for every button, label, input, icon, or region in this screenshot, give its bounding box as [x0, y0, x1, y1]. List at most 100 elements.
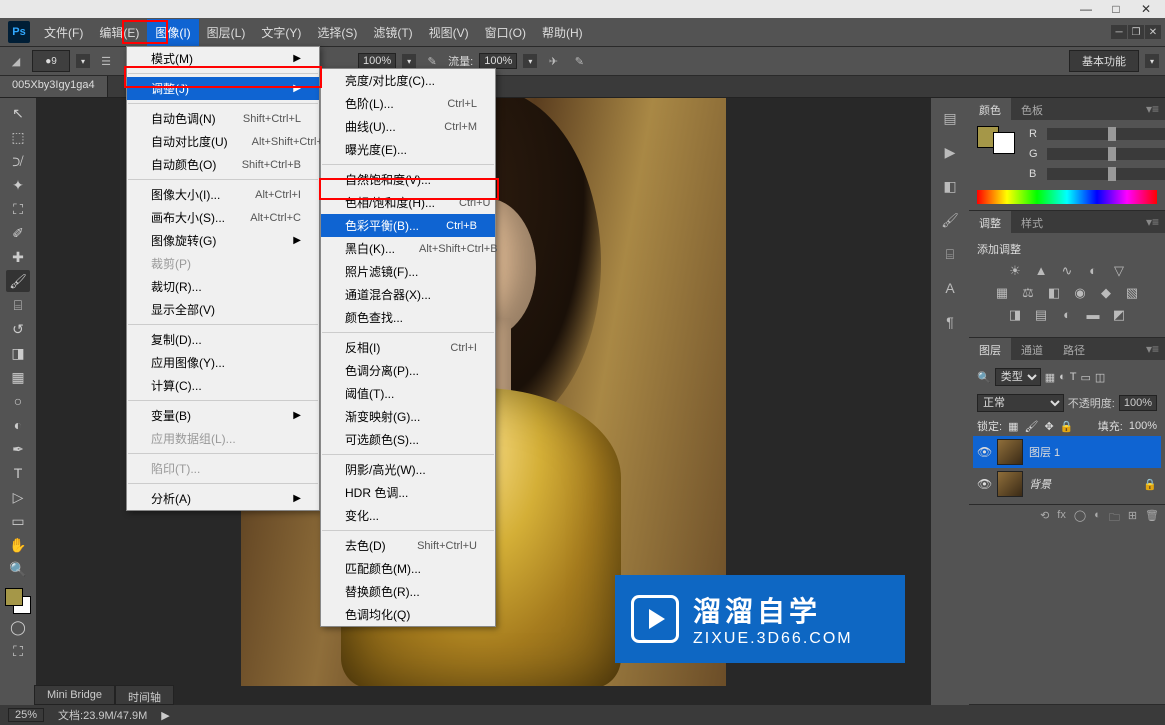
adj-hue-icon[interactable]: ▦: [993, 285, 1011, 301]
mi-posterize[interactable]: 色调分离(P)...: [321, 359, 495, 382]
filter-kind[interactable]: 类型: [995, 368, 1041, 386]
mi-threshold[interactable]: 阈值(T)...: [321, 382, 495, 405]
mi-adjustments[interactable]: 调整(J)▶: [127, 77, 319, 100]
brush-preview[interactable]: ● 9: [32, 50, 70, 72]
mi-variables[interactable]: 变量(B)▶: [127, 404, 319, 427]
mi-shadows[interactable]: 阴影/高光(W)...: [321, 458, 495, 481]
fg-color[interactable]: [5, 588, 23, 606]
adj-curves-icon[interactable]: ∿: [1058, 263, 1076, 279]
path-sel-icon[interactable]: ▷: [6, 486, 30, 508]
adj-vibrance-icon[interactable]: ▽: [1110, 263, 1128, 279]
filter-pixel-icon[interactable]: ▦: [1045, 371, 1055, 384]
color-swatch-pair[interactable]: [977, 126, 1025, 178]
mi-equalize[interactable]: 色调均化(Q): [321, 603, 495, 626]
mi-auto-tone[interactable]: 自动色调(N)Shift+Ctrl+L: [127, 107, 319, 130]
doc-min-icon[interactable]: ─: [1111, 25, 1127, 39]
airbrush-icon[interactable]: ✈: [543, 51, 563, 71]
brush-panel-icon[interactable]: ☰: [96, 51, 116, 71]
channels-tab[interactable]: 通道: [1011, 338, 1053, 360]
menu-edit[interactable]: 编辑(E): [91, 19, 147, 46]
mi-selective-color[interactable]: 可选颜色(S)...: [321, 428, 495, 451]
mi-channel-mixer[interactable]: 通道混合器(X)...: [321, 283, 495, 306]
tab-timeline[interactable]: 时间轴: [115, 685, 174, 705]
layer-row[interactable]: 👁 图层 1: [973, 436, 1161, 468]
mi-calculations[interactable]: 计算(C)...: [127, 374, 319, 397]
mi-hue[interactable]: 色相/饱和度(H)...Ctrl+U: [321, 191, 495, 214]
layer-thumb[interactable]: [997, 439, 1023, 465]
menu-image[interactable]: 图像(I): [147, 19, 198, 46]
mi-duplicate[interactable]: 复制(D)...: [127, 328, 319, 351]
layer-style-icon[interactable]: fx: [1057, 509, 1066, 528]
menu-window[interactable]: 窗口(O): [477, 19, 534, 46]
screenmode-icon[interactable]: ⛶: [6, 640, 30, 662]
mi-bw[interactable]: 黑白(K)...Alt+Shift+Ctrl+B: [321, 237, 495, 260]
menu-type[interactable]: 文字(Y): [253, 19, 309, 46]
mi-match-color[interactable]: 匹配颜色(M)...: [321, 557, 495, 580]
mi-color-lookup[interactable]: 颜色查找...: [321, 306, 495, 329]
color-swatch[interactable]: [5, 588, 31, 614]
opacity-field[interactable]: 100%: [1119, 395, 1157, 411]
mi-variations[interactable]: 变化...: [321, 504, 495, 527]
os-min[interactable]: —: [1071, 2, 1101, 16]
layers-tab[interactable]: 图层: [969, 338, 1011, 360]
mi-photo-filter[interactable]: 照片滤镜(F)...: [321, 260, 495, 283]
mi-brightness[interactable]: 亮度/对比度(C)...: [321, 69, 495, 92]
flow-dd-icon[interactable]: ▾: [523, 54, 537, 68]
brush-tool-icon[interactable]: 🖌: [6, 270, 30, 292]
mi-analysis[interactable]: 分析(A)▶: [127, 487, 319, 510]
adj-photo-filter-icon[interactable]: ◉: [1071, 285, 1089, 301]
zoom-field[interactable]: 25%: [8, 708, 44, 722]
link-layers-icon[interactable]: ⟲: [1040, 509, 1049, 528]
mi-replace-color[interactable]: 替换颜色(R)...: [321, 580, 495, 603]
panel-menu-icon[interactable]: ▾≡: [1140, 338, 1165, 360]
g-slider[interactable]: [1047, 148, 1165, 160]
styles-tab[interactable]: 样式: [1011, 211, 1053, 233]
mi-levels[interactable]: 色阶(L)...Ctrl+L: [321, 92, 495, 115]
layer-name[interactable]: 图层 1: [1029, 444, 1060, 460]
crop-tool-icon[interactable]: ⛶: [6, 198, 30, 220]
mi-trim[interactable]: 裁切(R)...: [127, 275, 319, 298]
adj-gradmap-icon[interactable]: ▬: [1084, 307, 1102, 323]
new-adjust-icon[interactable]: ◐: [1094, 509, 1101, 528]
type-tool-icon[interactable]: T: [6, 462, 30, 484]
lock-pixel-icon[interactable]: 🖌: [1024, 420, 1038, 433]
menu-select[interactable]: 选择(S): [309, 19, 365, 46]
mi-rotate[interactable]: 图像旋转(G)▶: [127, 229, 319, 252]
flow-value[interactable]: 100%: [479, 53, 517, 69]
adj-threshold-icon[interactable]: ◐: [1058, 307, 1076, 323]
layer-name[interactable]: 背景: [1029, 476, 1051, 492]
eraser-tool-icon[interactable]: ◨: [6, 342, 30, 364]
adj-bw-icon[interactable]: ◧: [1045, 285, 1063, 301]
b-slider[interactable]: [1047, 168, 1165, 180]
layer-mask-icon[interactable]: ◯: [1074, 509, 1086, 528]
marquee-tool-icon[interactable]: ⬚: [6, 126, 30, 148]
status-arrow-icon[interactable]: ▶: [161, 709, 169, 722]
blend-mode[interactable]: 正常: [977, 394, 1064, 412]
mi-gradient-map[interactable]: 渐变映射(G)...: [321, 405, 495, 428]
new-layer-icon[interactable]: ⊞: [1128, 509, 1137, 528]
mi-mode[interactable]: 模式(M)▶: [127, 47, 319, 70]
panel-menu-icon[interactable]: ▾≡: [1140, 211, 1165, 233]
actions-panel-icon[interactable]: ▶: [939, 142, 961, 162]
heal-tool-icon[interactable]: ✚: [6, 246, 30, 268]
mi-exposure[interactable]: 曝光度(E)...: [321, 138, 495, 161]
shape-tool-icon[interactable]: ▭: [6, 510, 30, 532]
filter-smart-icon[interactable]: ◫: [1095, 371, 1105, 384]
brushes-panel-icon[interactable]: 🖌: [939, 210, 961, 230]
mi-auto-color[interactable]: 自动颜色(O)Shift+Ctrl+B: [127, 153, 319, 176]
move-tool-icon[interactable]: ↖: [6, 102, 30, 124]
pressure-size-icon[interactable]: ✎: [569, 51, 589, 71]
hand-tool-icon[interactable]: ✋: [6, 534, 30, 556]
zoom-tool-icon[interactable]: 🔍: [6, 558, 30, 580]
adj-channel-icon[interactable]: ◆: [1097, 285, 1115, 301]
mi-canvas-size[interactable]: 画布大小(S)...Alt+Ctrl+C: [127, 206, 319, 229]
adj-posterize-icon[interactable]: ▤: [1032, 307, 1050, 323]
doc-close-icon[interactable]: ✕: [1145, 25, 1161, 39]
adj-levels-icon[interactable]: ▲: [1032, 263, 1050, 279]
panel-menu-icon[interactable]: ▾≡: [1140, 98, 1165, 120]
workspace-switcher[interactable]: 基本功能: [1069, 50, 1139, 72]
mi-auto-contrast[interactable]: 自动对比度(U)Alt+Shift+Ctrl+L: [127, 130, 319, 153]
mi-invert[interactable]: 反相(I)Ctrl+I: [321, 336, 495, 359]
mi-reveal[interactable]: 显示全部(V): [127, 298, 319, 321]
mi-image-size[interactable]: 图像大小(I)...Alt+Ctrl+I: [127, 183, 319, 206]
